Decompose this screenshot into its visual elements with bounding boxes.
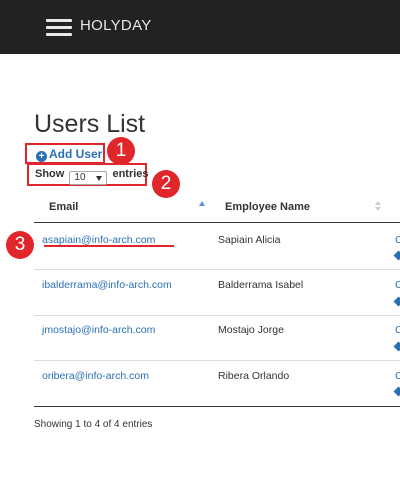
callout-badge-2: 2 [152,170,180,198]
show-label: Show [35,168,65,180]
top-navbar: HOLYDAY [0,0,400,54]
add-user-button[interactable]: + Add User [25,143,105,164]
email-link[interactable]: oribera@info-arch.com [42,370,149,382]
chevron-down-icon [96,176,103,181]
row-action-link[interactable]: C [395,234,400,246]
annotation-underline [44,245,174,247]
page-size-value: 10 [74,172,86,183]
row-action-link[interactable]: C [395,370,400,382]
page-title: Users List [34,110,146,138]
row-action-link[interactable]: C [395,279,400,291]
sort-both-icon[interactable] [375,201,381,213]
row-divider [34,360,400,361]
sort-ascending-icon[interactable] [199,201,205,206]
row-divider [34,269,400,270]
email-link[interactable]: ibalderrama@info-arch.com [42,279,172,291]
entries-label: entries [112,168,149,180]
brand-name[interactable]: HOLYDAY [80,17,152,34]
diamond-icon[interactable] [393,296,400,307]
page-size-select[interactable]: 10 [69,171,108,185]
column-header-email[interactable]: Email [49,201,78,213]
callout-badge-1: 1 [107,137,135,165]
diamond-icon[interactable] [393,250,400,261]
employee-name: Ribera Orlando [218,370,290,382]
column-header-employee-name[interactable]: Employee Name [225,201,310,213]
row-divider [34,315,400,316]
table-info-text: Showing 1 to 4 of 4 entries [34,419,153,430]
add-user-label: Add User [49,147,103,161]
employee-name: Sapiain Alicia [218,234,281,246]
hamburger-menu-icon[interactable] [46,16,72,36]
diamond-icon[interactable] [393,341,400,352]
table-header-divider [34,222,400,223]
plus-circle-icon: + [36,151,47,162]
callout-badge-3: 3 [6,231,34,259]
diamond-icon[interactable] [393,386,400,397]
employee-name: Mostajo Jorge [218,324,284,336]
row-action-link[interactable]: C [395,324,400,336]
table-bottom-border [34,406,400,407]
employee-name: Balderrama Isabel [218,279,304,291]
show-entries-control: Show 10 entries [27,163,149,186]
email-link[interactable]: jmostajo@info-arch.com [42,324,155,336]
